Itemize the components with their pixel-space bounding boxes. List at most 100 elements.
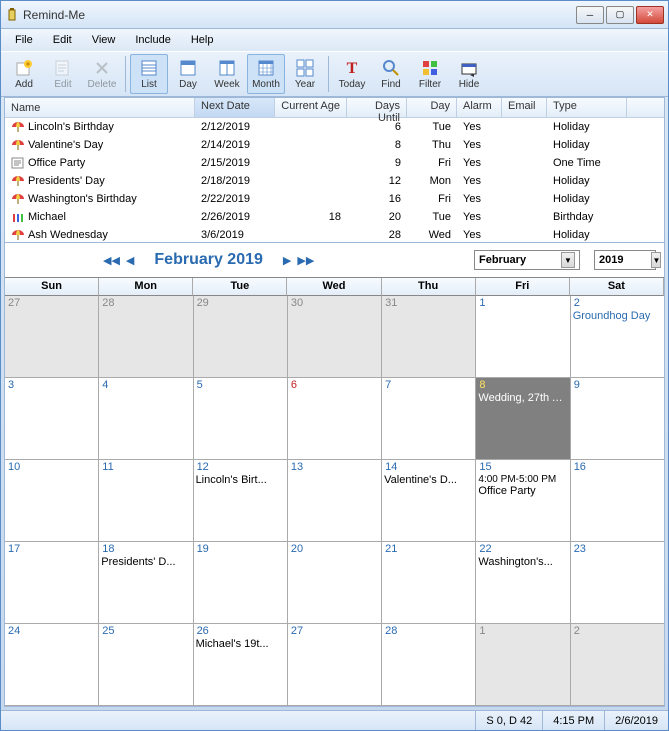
menu-file[interactable]: File xyxy=(7,32,41,48)
close-button[interactable]: ✕ xyxy=(636,6,664,24)
table-row[interactable]: Michael2/26/20191820TueYesBirthday xyxy=(5,208,664,226)
calendar-event[interactable]: Groundhog Day xyxy=(571,310,664,322)
minimize-button[interactable]: ─ xyxy=(576,6,604,24)
menu-include[interactable]: Include xyxy=(127,32,178,48)
status-date: 2/6/2019 xyxy=(604,711,668,730)
year-icon xyxy=(295,58,315,78)
calendar-day[interactable]: 22Washington's... xyxy=(476,542,570,624)
calendar-day[interactable]: 11 xyxy=(99,460,193,542)
col-header-type[interactable]: Type xyxy=(547,98,627,117)
month-view-button[interactable]: Month xyxy=(247,54,285,94)
menu-edit[interactable]: Edit xyxy=(45,32,80,48)
calendar-day[interactable]: 26Michael's 19t... xyxy=(194,624,288,706)
calendar-day[interactable]: 5 xyxy=(194,378,288,460)
col-header-alarm[interactable]: Alarm xyxy=(457,98,502,117)
calendar-day[interactable]: 21 xyxy=(382,542,476,624)
prev-year-button[interactable]: ◀◀ xyxy=(103,254,120,267)
add-icon xyxy=(14,58,34,78)
calendar-day[interactable]: 28 xyxy=(382,624,476,706)
calendar-day[interactable]: 24 xyxy=(5,624,99,706)
calendar-day[interactable]: 2 xyxy=(571,624,664,706)
add-button[interactable]: Add xyxy=(5,54,43,94)
list-view-button[interactable]: List xyxy=(130,54,168,94)
calendar-day[interactable]: 23 xyxy=(571,542,664,624)
calendar-event[interactable]: Presidents' D... xyxy=(99,556,192,568)
calendar-weeks: 272829303112Groundhog Day345678Wedding, … xyxy=(5,296,664,706)
calendar-day[interactable]: 154:00 PM-5:00 PMOffice Party xyxy=(476,460,570,542)
day-view-button[interactable]: Day xyxy=(169,54,207,94)
calendar-event[interactable]: 4:00 PM-5:00 PM xyxy=(476,474,569,485)
calendar-day[interactable]: 12Lincoln's Birt... xyxy=(194,460,288,542)
dow-tue: Tue xyxy=(193,278,287,296)
candles-icon xyxy=(11,211,25,223)
menu-help[interactable]: Help xyxy=(183,32,222,48)
maximize-button[interactable]: ▢ xyxy=(606,6,634,24)
calendar-day[interactable]: 20 xyxy=(288,542,382,624)
hide-button[interactable]: Hide xyxy=(450,54,488,94)
next-month-button[interactable]: ▶ xyxy=(283,254,291,267)
menu-view[interactable]: View xyxy=(84,32,124,48)
calendar-day[interactable]: 30 xyxy=(288,296,382,378)
month-icon xyxy=(256,58,276,78)
table-row[interactable]: Office Party2/15/20199FriYesOne Time xyxy=(5,154,664,172)
col-header-day[interactable]: Day xyxy=(407,98,457,117)
year-select[interactable]: 2019 ▼ xyxy=(594,250,656,270)
calendar-day[interactable]: 4 xyxy=(99,378,193,460)
calendar-day[interactable]: 14Valentine's D... xyxy=(382,460,476,542)
table-row[interactable]: Lincoln's Birthday2/12/20196TueYesHolida… xyxy=(5,118,664,136)
calendar-day[interactable]: 6 xyxy=(288,378,382,460)
grid-header: Name Next Date Current Age Days Until Da… xyxy=(5,98,664,118)
edit-button: Edit xyxy=(44,54,82,94)
month-select[interactable]: February ▼ xyxy=(474,250,580,270)
calendar-day[interactable]: 27 xyxy=(288,624,382,706)
calendar-day[interactable]: 25 xyxy=(99,624,193,706)
calendar-day[interactable]: 19 xyxy=(194,542,288,624)
calendar-day[interactable]: 17 xyxy=(5,542,99,624)
calendar-day[interactable]: 1 xyxy=(476,624,570,706)
app-window: Remind-Me ─ ▢ ✕ FileEditViewIncludeHelp … xyxy=(0,0,669,731)
calendar-event[interactable]: Valentine's D... xyxy=(382,474,475,486)
calendar-day[interactable]: 8Wedding, 27th Anniversary xyxy=(476,378,570,460)
toolbar: Add Edit Delete List Day Week Month xyxy=(1,51,668,97)
table-row[interactable]: Washington's Birthday2/22/201916FriYesHo… xyxy=(5,190,664,208)
filter-button[interactable]: Filter xyxy=(411,54,449,94)
calendar-day[interactable]: 7 xyxy=(382,378,476,460)
calendar-grid: SunMonTueWedThuFriSat 272829303112Ground… xyxy=(5,277,664,706)
calendar-day[interactable]: 3 xyxy=(5,378,99,460)
calendar-event[interactable]: Office Party xyxy=(476,485,569,497)
calendar-day[interactable]: 9 xyxy=(571,378,664,460)
col-header-next-date[interactable]: Next Date xyxy=(195,98,275,117)
calendar-day[interactable]: 31 xyxy=(382,296,476,378)
calendar-event[interactable]: Michael's 19t... xyxy=(194,638,287,650)
calendar-day[interactable]: 10 xyxy=(5,460,99,542)
find-button[interactable]: Find xyxy=(372,54,410,94)
year-view-button[interactable]: Year xyxy=(286,54,324,94)
table-row[interactable]: Presidents' Day2/18/201912MonYesHoliday xyxy=(5,172,664,190)
calendar-day[interactable]: 16 xyxy=(571,460,664,542)
chevron-down-icon: ▼ xyxy=(561,252,575,268)
find-icon xyxy=(381,58,401,78)
calendar-event[interactable]: Wedding, 27th Anniversary xyxy=(476,392,569,404)
table-row[interactable]: Valentine's Day2/14/20198ThuYesHoliday xyxy=(5,136,664,154)
col-header-email[interactable]: Email xyxy=(502,98,547,117)
umbrella-icon xyxy=(11,193,25,205)
calendar-event[interactable]: Lincoln's Birt... xyxy=(194,474,287,486)
calendar-day[interactable]: 29 xyxy=(194,296,288,378)
week-view-button[interactable]: Week xyxy=(208,54,246,94)
today-button[interactable]: T Today xyxy=(333,54,371,94)
calendar-day[interactable]: 27 xyxy=(5,296,99,378)
col-header-age[interactable]: Current Age xyxy=(275,98,347,117)
calendar-event[interactable]: Washington's... xyxy=(476,556,569,568)
calendar-day[interactable]: 1 xyxy=(476,296,570,378)
col-header-name[interactable]: Name xyxy=(5,98,195,117)
calendar-day[interactable]: 2Groundhog Day xyxy=(571,296,664,378)
table-row[interactable]: Ash Wednesday3/6/201928WedYesHoliday xyxy=(5,226,664,243)
calendar-day[interactable]: 18Presidents' D... xyxy=(99,542,193,624)
grid-body[interactable]: Lincoln's Birthday2/12/20196TueYesHolida… xyxy=(5,118,664,243)
prev-month-button[interactable]: ◀ xyxy=(126,254,134,267)
delete-button: Delete xyxy=(83,54,121,94)
next-year-button[interactable]: ▶▶ xyxy=(297,254,314,267)
calendar-day[interactable]: 28 xyxy=(99,296,193,378)
calendar-day[interactable]: 13 xyxy=(288,460,382,542)
col-header-days-until[interactable]: Days Until xyxy=(347,98,407,117)
